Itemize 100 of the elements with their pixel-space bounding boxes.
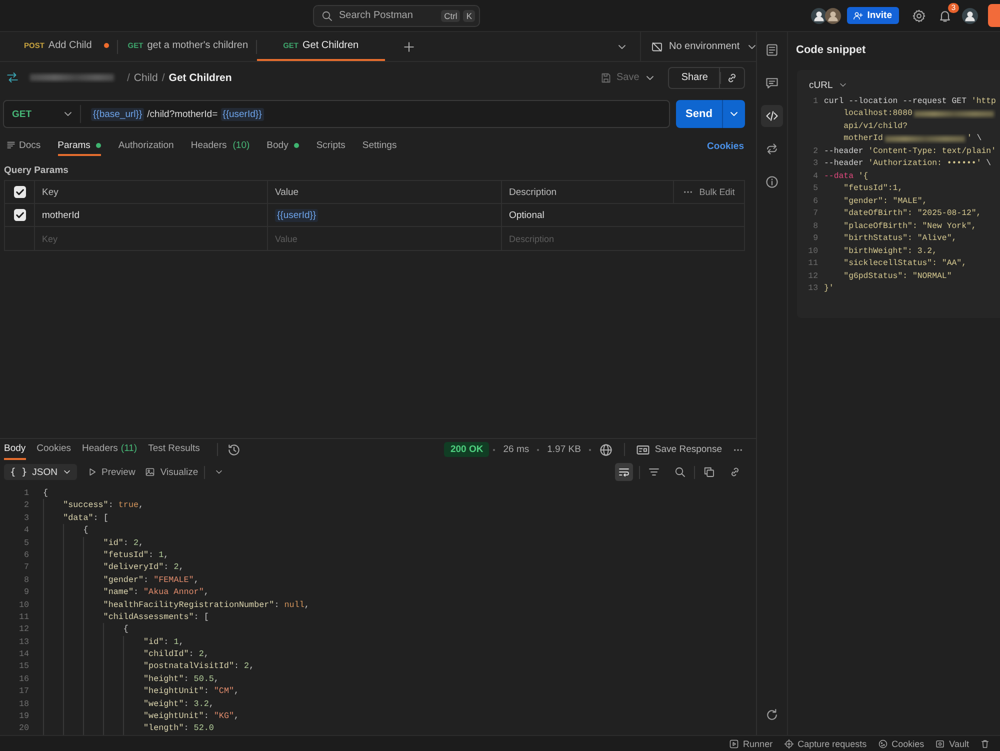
code-line: "fetusId": 1, — [43, 548, 169, 562]
code-line: "placeOfBirth": "New York", — [842, 222, 976, 231]
line-number: 3 — [22, 512, 29, 524]
table-input[interactable]: Description — [509, 234, 737, 244]
preview-button[interactable]: Preview — [86, 466, 136, 478]
avatar-icon — [825, 8, 842, 24]
table-cell: motherId — [42, 210, 80, 220]
checkbox[interactable] — [14, 186, 26, 198]
invite-button[interactable]: Invite — [847, 7, 899, 24]
column-header: Description — [509, 186, 557, 198]
copy-link-button[interactable] — [719, 66, 745, 88]
document-icon — [765, 43, 779, 57]
bell-icon — [938, 8, 952, 22]
line-number: 3 — [812, 159, 818, 168]
line-number: 5 — [22, 536, 29, 549]
globe-icon[interactable] — [598, 442, 613, 456]
breadcrumb-separator: / — [162, 72, 165, 84]
history-icon — [226, 442, 241, 456]
code-line: "weight": 3.2, — [43, 698, 214, 710]
code-line: "birthStatus": "Alive", — [842, 234, 957, 244]
status-badge: 200 OK — [444, 442, 490, 457]
response-size: 1.97 KB — [547, 444, 581, 455]
code-line: { — [43, 623, 128, 636]
request-section-tab[interactable]: Params — [58, 136, 102, 156]
line-number: 20 — [18, 722, 29, 735]
code-line: "dateOfBirth": "2025-08-12", — [842, 209, 982, 218]
response-tab[interactable]: Headers (11) — [82, 439, 138, 460]
code-line: { — [43, 487, 48, 500]
format-dropdown[interactable]: { } JSON — [4, 464, 77, 480]
request-name: Get Children — [168, 72, 232, 84]
line-number: 11 — [18, 610, 29, 624]
sidebar-button[interactable] — [761, 105, 783, 127]
table-input[interactable]: Value — [275, 234, 494, 244]
arrows-icon — [765, 142, 779, 156]
copy-icon — [703, 466, 715, 478]
code-line: "data": [ — [43, 512, 108, 524]
response-tab[interactable]: Body — [4, 439, 26, 460]
more-icon — [683, 190, 694, 194]
line-number: 8 — [812, 222, 818, 231]
cookies-link[interactable]: Cookies — [707, 140, 744, 152]
code-line: --header 'Authorization: ••••••' \ — [824, 159, 992, 168]
code-line: motherId — [844, 134, 883, 144]
column-header: Key — [42, 186, 58, 198]
request-section-tab[interactable]: Settings — [362, 136, 397, 156]
request-section-tab[interactable]: Scripts — [316, 136, 346, 156]
line-number: 2 — [22, 499, 29, 512]
response-tab[interactable]: Cookies — [36, 439, 71, 460]
trash-icon — [980, 738, 990, 748]
more-button[interactable] — [733, 448, 743, 452]
partial-button[interactable] — [988, 4, 1000, 27]
code-line: "childAssessments": [ — [43, 610, 209, 624]
history-button[interactable] — [226, 442, 241, 456]
code-line: "postnatalVisitId": 2, — [43, 660, 254, 673]
code-line: { — [43, 524, 88, 537]
environment-selector[interactable]: No environment — [640, 32, 756, 61]
line-number: 7 — [812, 209, 818, 218]
cookie-icon — [878, 738, 888, 748]
settings-button[interactable] — [911, 8, 927, 24]
code-line: localhost:8080 — [844, 109, 912, 118]
save-response-button[interactable]: Save Response — [636, 442, 722, 456]
avatar-icon[interactable] — [962, 8, 978, 24]
search-input[interactable]: Search Postman — [339, 10, 436, 21]
card-icon — [636, 442, 650, 456]
checkbox[interactable] — [14, 209, 26, 221]
breadcrumb-link[interactable]: Child — [134, 72, 158, 84]
line-number: 12 — [18, 623, 29, 636]
share-button[interactable]: Share — [668, 66, 719, 88]
comment-icon — [765, 76, 779, 90]
status-bar-item[interactable]: Capture requests — [784, 738, 867, 748]
code-line: --header 'Content-Type: text/plain' — [824, 146, 996, 156]
table-cell: Optional — [509, 210, 544, 220]
response-tab[interactable]: Test Results — [148, 439, 200, 460]
trash-button[interactable] — [980, 738, 990, 748]
bulk-edit-button[interactable]: Bulk Edit — [683, 187, 735, 197]
visualize-button[interactable]: Visualize — [145, 466, 198, 478]
request-section-tab[interactable]: Headers (10) — [190, 136, 250, 156]
table-input[interactable]: Key — [42, 234, 260, 244]
send-button[interactable]: Send — [676, 100, 722, 128]
request-section-tab[interactable]: Body — [266, 136, 300, 156]
line-number: 12 — [808, 272, 818, 281]
avatar-icon — [811, 8, 828, 24]
image-icon — [145, 467, 156, 477]
status-bar-item[interactable]: Vault — [935, 738, 969, 748]
code-line: --data '{ — [824, 172, 868, 181]
status-bar-item[interactable]: Cookies — [878, 738, 924, 748]
table-cell: {{userId}} — [275, 210, 318, 220]
code-icon — [765, 109, 779, 123]
code-line: "heightUnit": "CM", — [43, 685, 240, 698]
line-number: 13 — [18, 636, 29, 648]
code-line: "id": 2, — [43, 536, 144, 549]
language-dropdown[interactable]: cURL — [809, 78, 848, 92]
request-section-tab[interactable]: Docs — [6, 136, 41, 156]
line-number: 1 — [22, 487, 29, 500]
refresh-icon — [765, 708, 779, 722]
filter-icon — [648, 466, 660, 478]
wrap-lines-button[interactable] — [615, 463, 633, 481]
request-section-tab[interactable]: Authorization — [118, 136, 174, 156]
status-bar-item[interactable]: Runner — [729, 738, 773, 748]
search-bar[interactable]: Search Postman Ctrl K — [313, 4, 480, 26]
line-number: 5 — [812, 184, 818, 194]
